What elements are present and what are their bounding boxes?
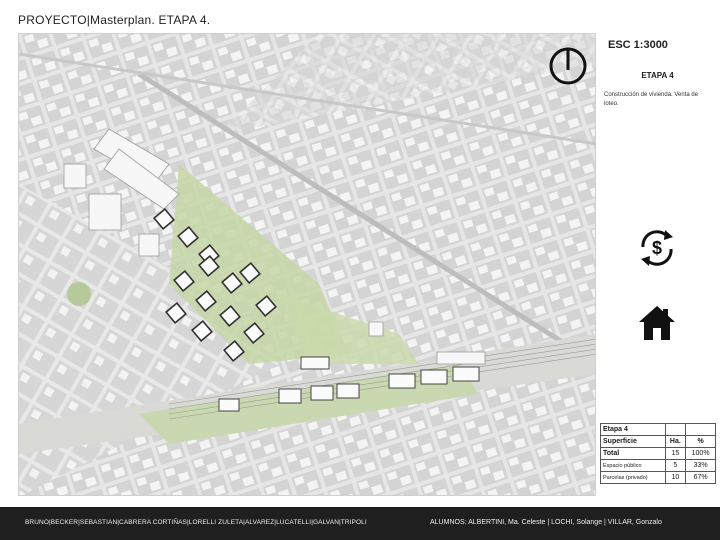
- table-row: Total 15 100%: [600, 447, 716, 460]
- table-row: Etapa 4: [600, 423, 716, 436]
- surface-table: Etapa 4 Superficie Ha. % Total 15 100% E…: [600, 423, 716, 484]
- svg-text:$: $: [652, 238, 662, 258]
- row-label: Total: [600, 447, 666, 460]
- row-ha: 15: [664, 447, 687, 460]
- masterplan-map: [18, 33, 596, 496]
- scale-label: ESC 1:3000: [608, 39, 668, 51]
- row-ha: 10: [664, 471, 687, 484]
- dollar-exchange-icon: $: [637, 227, 677, 271]
- table-row: Espacio público 5 33%: [600, 459, 716, 472]
- stage-description: Construcción de vivienda. Venta de loteo…: [604, 92, 699, 107]
- column-header-pct: %: [685, 435, 716, 448]
- row-pct: 33%: [685, 459, 716, 472]
- table-row: Parcelas (privado) 10 67%: [600, 471, 716, 484]
- row-pct: 67%: [685, 471, 716, 484]
- stage-title: ETAPA 4: [641, 71, 674, 80]
- footer-bar: BRUNO|BECKER|SEBASTIAN|CABRERA CORTIÑAS|…: [0, 507, 720, 540]
- row-label: Parcelas (privado): [600, 471, 666, 484]
- table-header-row: Superficie Ha. %: [600, 435, 716, 448]
- column-header-surface: Superficie: [600, 435, 666, 448]
- house-icon: [637, 304, 677, 342]
- north-arrow-icon: [548, 46, 588, 86]
- table-title: Etapa 4: [600, 423, 666, 436]
- page-title: PROYECTO|Masterplan. ETAPA 4.: [18, 13, 211, 27]
- row-pct: 100%: [685, 447, 716, 460]
- row-label: Espacio público: [600, 459, 666, 472]
- row-ha: 5: [664, 459, 687, 472]
- footer-students: ALUMNOS: ALBERTINI, Ma. Celeste | LOCHI,…: [430, 519, 662, 526]
- column-header-ha: Ha.: [664, 435, 687, 448]
- footer-groups: BRUNO|BECKER|SEBASTIAN|CABRERA CORTIÑAS|…: [25, 519, 367, 526]
